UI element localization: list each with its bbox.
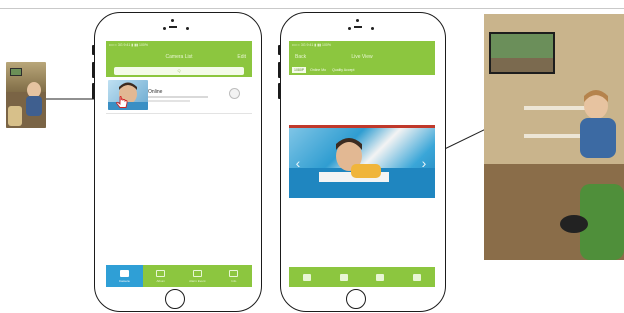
- status-text: •••○○ 3G 9:41 ▮ ▮▮ 100%: [292, 43, 331, 47]
- phone2-volume-button: [278, 83, 281, 99]
- back-button[interactable]: Back: [295, 49, 306, 65]
- phone2-home-button[interactable]: [346, 289, 366, 309]
- search-bar-container: Q: [106, 65, 252, 77]
- phone2-speaker: [354, 26, 362, 28]
- tab-label: Album: [156, 278, 165, 283]
- phone1-speaker: [169, 26, 177, 28]
- camera-icon: [339, 273, 348, 281]
- info-icon: [229, 269, 239, 277]
- camera-status-online: Online: [148, 89, 163, 95]
- phone2-volume-button: [278, 62, 281, 78]
- previous-arrow-icon[interactable]: ‹: [291, 154, 305, 172]
- album-icon: [156, 269, 166, 277]
- page-title: Live View: [351, 54, 373, 60]
- tap-hand-icon: [115, 95, 129, 109]
- live-video-feed[interactable]: [289, 128, 435, 198]
- phone1-sensor-dot: [163, 27, 166, 30]
- segment-control: 1080P Online Mo Quality Accept: [289, 65, 435, 75]
- alarm-icon: [192, 269, 202, 277]
- room-scene-photo: [484, 14, 624, 260]
- status-bar: •••○○ 3G 9:41 ▮ ▮▮ 100%: [106, 41, 252, 49]
- tab-info[interactable]: Info: [216, 265, 253, 287]
- next-arrow-icon[interactable]: ›: [417, 154, 431, 172]
- tab-alarm-event[interactable]: Alarm Event: [179, 265, 216, 287]
- phone2-camera-dot: [356, 19, 359, 22]
- album-icon: [376, 273, 385, 281]
- camera-list-item[interactable]: Online: [106, 77, 252, 114]
- phone2-sensor-dot: [371, 27, 374, 30]
- edit-button[interactable]: Edit: [237, 49, 246, 65]
- phone1-sensor-dot: [186, 27, 189, 30]
- snapshot-button[interactable]: [326, 267, 363, 287]
- segment-mode[interactable]: Online Mo: [308, 67, 328, 73]
- tab-label: Info: [231, 278, 237, 283]
- tab-label: Camera: [118, 278, 130, 283]
- segment-resolution[interactable]: 1080P: [292, 67, 307, 73]
- video-camera-icon: [119, 269, 129, 277]
- phone2-sensor-dot: [348, 27, 351, 30]
- segment-quality[interactable]: Quality Accept: [330, 67, 356, 73]
- live-view-control-bar: [289, 267, 435, 287]
- phone1-side-button: [92, 45, 95, 55]
- live-view-nav-bar: Back Live View: [289, 49, 435, 65]
- bottom-tab-bar: Camera Album Alarm Event Info: [106, 265, 252, 287]
- record-button[interactable]: [399, 267, 436, 287]
- page-title: Camera List: [165, 54, 193, 60]
- tab-camera[interactable]: Camera: [106, 265, 143, 287]
- phone1-volume-button: [92, 83, 95, 99]
- phone1-home-button[interactable]: [165, 289, 185, 309]
- phone1-screen: •••○○ 3G 9:41 ▮ ▮▮ 100% Camera List Edit…: [106, 41, 252, 287]
- speaker-button[interactable]: [289, 267, 326, 287]
- camera-meta-line: [148, 96, 208, 98]
- status-text: •••○○ 3G 9:41 ▮ ▮▮ 100%: [109, 43, 148, 47]
- record-icon: [412, 273, 421, 281]
- phone2-side-button: [278, 45, 281, 55]
- album-button[interactable]: [362, 267, 399, 287]
- phone1-volume-button: [92, 62, 95, 78]
- camera-list-nav-bar: Camera List Edit: [106, 49, 252, 65]
- tab-label: Alarm Event: [189, 278, 206, 283]
- phone1-camera-dot: [171, 19, 174, 22]
- search-input[interactable]: Q: [114, 67, 244, 75]
- camera-meta-line: [148, 100, 190, 102]
- speaker-icon: [303, 273, 312, 281]
- camera-settings-icon[interactable]: [229, 88, 240, 99]
- status-bar: •••○○ 3G 9:41 ▮ ▮▮ 100%: [289, 41, 435, 49]
- phone2-screen: •••○○ 3G 9:41 ▮ ▮▮ 100% Back Live View 1…: [289, 41, 435, 287]
- tab-album[interactable]: Album: [143, 265, 180, 287]
